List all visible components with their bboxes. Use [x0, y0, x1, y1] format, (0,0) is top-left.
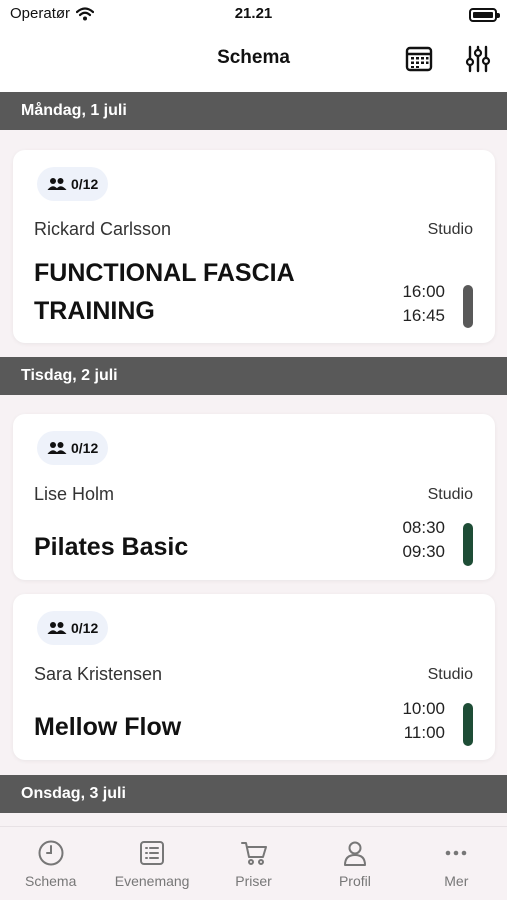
status-bar: Operatør 21.21	[0, 0, 507, 30]
instructor-name: Sara Kristensen	[34, 664, 163, 684]
class-name: Mellow Flow	[34, 713, 182, 741]
tab-profil[interactable]: Profil	[304, 827, 405, 900]
capacity-count: 0/12	[71, 176, 99, 192]
room-name: Studio	[427, 221, 473, 238]
room-name: Studio	[427, 486, 473, 503]
end-time: 11:00	[403, 723, 445, 742]
tab-priser[interactable]: Priser	[203, 827, 304, 900]
status-bar-indicator	[463, 703, 473, 746]
cart-icon	[240, 842, 267, 865]
capacity-badge: 0/12	[37, 167, 109, 201]
more-icon	[446, 850, 467, 856]
tab-label: Mer	[444, 873, 469, 889]
tab-evenemang[interactable]: Evenemang	[101, 827, 202, 900]
class-times: 08:30 09:30	[402, 516, 445, 564]
room-name: Studio	[427, 666, 473, 683]
calendar-icon[interactable]	[404, 44, 434, 74]
class-times: 16:00 16:45	[402, 280, 445, 328]
class-name-line: FUNCTIONAL FASCIA	[34, 259, 295, 287]
tab-schema[interactable]: Schema	[0, 827, 101, 900]
people-icon	[47, 622, 67, 634]
class-name-line: TRAINING	[34, 297, 155, 325]
day-header: Måndag, 1 juli	[0, 92, 507, 130]
end-time: 09:30	[402, 542, 445, 561]
instructor-name: Lise Holm	[34, 484, 115, 504]
tab-label: Schema	[25, 873, 77, 889]
start-time: 10:00	[402, 699, 445, 718]
day-header: Tisdag, 2 juli	[0, 357, 507, 395]
capacity-count: 0/12	[71, 440, 99, 456]
class-name: Pilates Basic	[34, 533, 189, 561]
instructor-name: Rickard Carlsson	[34, 219, 172, 239]
tab-mer[interactable]: Mer	[406, 827, 507, 900]
class-card[interactable]: 0/12 Lise Holm Studio Pilates Basic 08:3…	[13, 414, 495, 580]
start-time: 16:00	[402, 282, 445, 301]
class-name: FUNCTIONAL FASCIA TRAINING	[34, 254, 295, 330]
clock-icon	[38, 840, 64, 866]
tab-label: Profil	[338, 873, 371, 889]
class-times: 10:00 11:00	[402, 697, 445, 745]
end-time: 16:45	[402, 306, 445, 325]
day-header: Onsdag, 3 juli	[0, 775, 507, 813]
people-icon	[47, 178, 67, 190]
capacity-badge: 0/12	[37, 431, 109, 465]
nav-bar: Schema	[0, 30, 507, 92]
tab-label: Priser	[235, 873, 272, 889]
battery-icon	[469, 8, 500, 22]
tab-label: Evenemang	[114, 873, 190, 889]
class-card[interactable]: 0/12 Sara Kristensen Studio Mellow Flow …	[13, 594, 495, 760]
person-icon	[343, 841, 366, 866]
class-card[interactable]: 0/12 Rickard Carlsson Studio FUNCTIONAL …	[13, 150, 495, 343]
start-time: 08:30	[402, 518, 445, 537]
status-bar-indicator	[463, 523, 473, 566]
clock-time: 21.21	[234, 5, 273, 22]
filter-sliders-icon[interactable]	[463, 44, 493, 74]
capacity-count: 0/12	[71, 620, 99, 636]
capacity-badge: 0/12	[37, 611, 109, 645]
people-icon	[47, 442, 67, 454]
list-icon	[140, 841, 165, 865]
status-bar-indicator	[463, 285, 473, 328]
tab-bar: Schema Evenemang Priser Profil Mer	[0, 826, 507, 900]
